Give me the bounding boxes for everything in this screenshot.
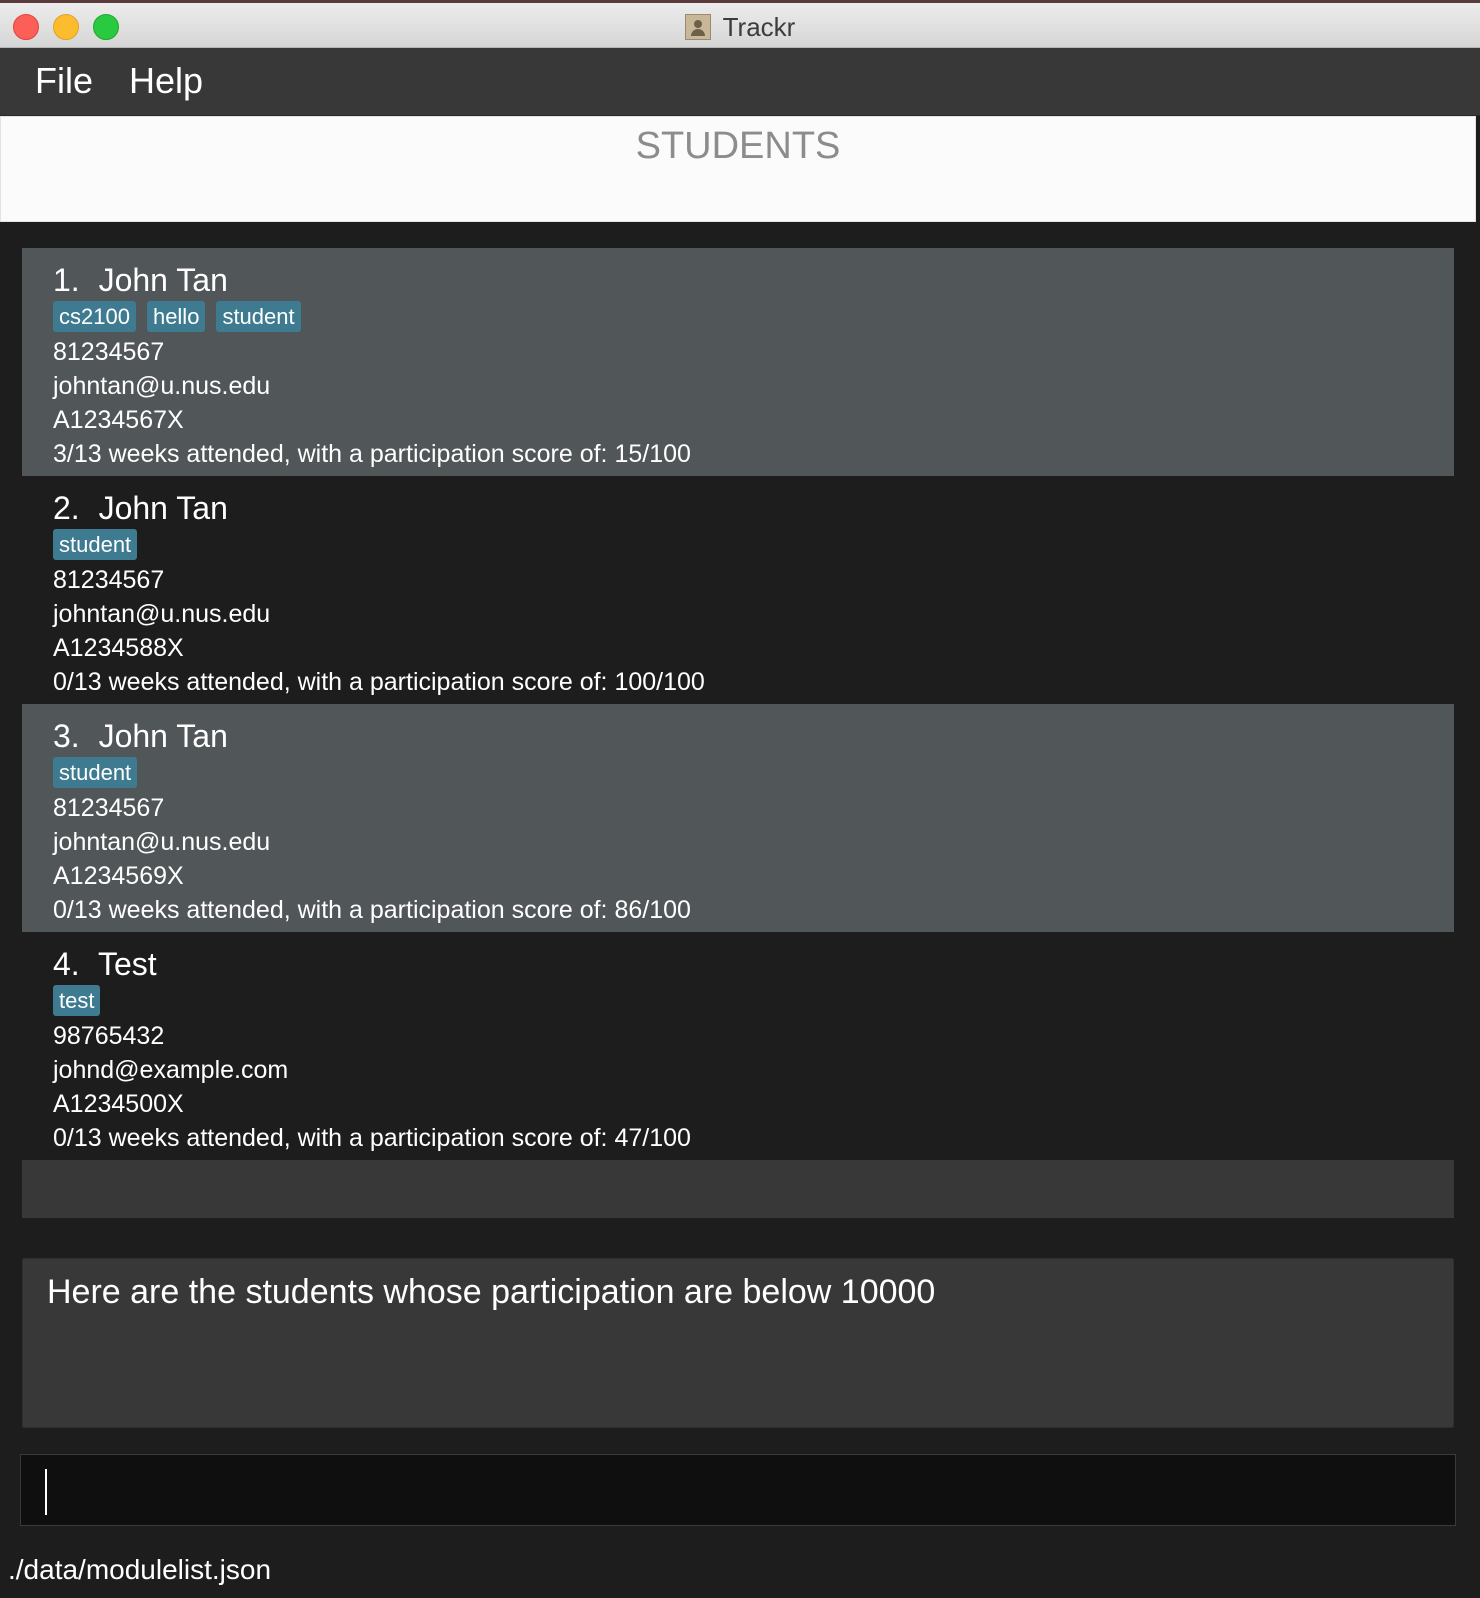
menu-bar: File Help [0, 48, 1480, 116]
tag-list: student [53, 757, 1454, 791]
student-card[interactable]: 2. John Tan student 81234567 johntan@u.n… [22, 476, 1454, 704]
student-list[interactable]: 1. John Tan cs2100 hello student 81234567 … [22, 248, 1454, 1218]
student-email: johnd@example.com [53, 1056, 289, 1084]
student-name-row: 1. John Tan [53, 260, 1454, 300]
command-input[interactable] [43, 1465, 1423, 1515]
student-name: John Tan [98, 490, 228, 526]
student-index: 1. [53, 262, 80, 298]
window-title-bar: Trackr [0, 0, 1480, 48]
window-title-text: Trackr [722, 12, 796, 42]
result-display[interactable]: Here are the students whose participatio… [22, 1258, 1454, 1428]
student-card[interactable]: 1. John Tan cs2100 hello student 81234567 … [22, 248, 1454, 476]
tag-badge: student [216, 301, 301, 332]
menu-file[interactable]: File [35, 60, 93, 102]
student-summary: 0/13 weeks attended, with a participatio… [53, 668, 705, 696]
tag-badge: test [53, 985, 101, 1016]
student-name: John Tan [98, 262, 228, 298]
student-id: A1234567X [53, 406, 184, 434]
student-name: John Tan [98, 718, 228, 754]
student-phone: 98765432 [53, 1022, 165, 1050]
student-card[interactable]: 3. John Tan student 81234567 johntan@u.n… [22, 704, 1454, 932]
student-summary: 0/13 weeks attended, with a participatio… [53, 1124, 691, 1152]
student-id: A1234588X [53, 634, 184, 662]
tag-list: test [53, 985, 1454, 1019]
student-name-row: 4. Test [53, 944, 1454, 984]
student-name-row: 3. John Tan [53, 716, 1454, 756]
student-index: 2. [53, 490, 80, 526]
command-box[interactable] [20, 1454, 1456, 1526]
app-icon [684, 14, 711, 40]
list-header: STUDENTS [0, 116, 1476, 222]
tag-list: student [53, 529, 1454, 563]
page-title: STUDENTS [635, 125, 841, 167]
tag-badge: hello [146, 301, 206, 332]
student-phone: 81234567 [53, 794, 165, 822]
student-email: johntan@u.nus.edu [53, 600, 271, 628]
student-summary: 3/13 weeks attended, with a participatio… [53, 440, 691, 468]
menu-help[interactable]: Help [129, 60, 203, 102]
student-index: 4. [53, 946, 80, 982]
student-name-row: 2. John Tan [53, 488, 1454, 528]
student-index: 3. [53, 718, 80, 754]
tag-badge: student [53, 529, 138, 560]
tag-list: cs2100 hello student [53, 301, 1454, 335]
student-summary: 0/13 weeks attended, with a participatio… [53, 896, 691, 924]
student-id: A1234569X [53, 862, 184, 890]
window-title: Trackr [0, 12, 1480, 43]
student-phone: 81234567 [53, 338, 165, 366]
result-message: Here are the students whose participatio… [47, 1273, 936, 1311]
list-empty-row [22, 1160, 1454, 1218]
student-email: johntan@u.nus.edu [53, 828, 271, 856]
student-card[interactable]: 4. Test test 98765432 johnd@example.com … [22, 932, 1454, 1160]
student-name: Test [98, 946, 157, 982]
tag-badge: cs2100 [53, 301, 136, 332]
student-phone: 81234567 [53, 566, 165, 594]
student-email: johntan@u.nus.edu [53, 372, 271, 400]
student-id: A1234500X [53, 1090, 184, 1118]
status-bar-file-path: ./data/modulelist.json [8, 1554, 272, 1585]
tag-badge: student [53, 757, 138, 788]
